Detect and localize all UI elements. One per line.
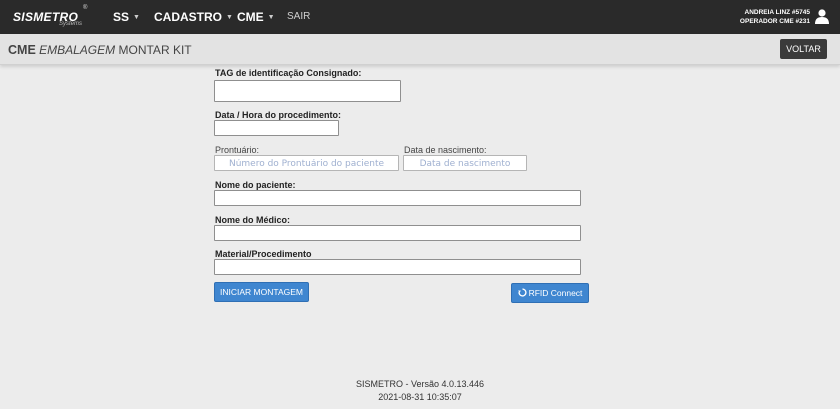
nav-menu-cadastro-label: CADASTRO — [154, 10, 222, 24]
medico-label: Nome do Médico: — [215, 215, 291, 225]
footer-version: SISMETRO - Versão 4.0.13.446 — [355, 379, 485, 389]
chevron-down-icon: ▼ — [226, 14, 233, 21]
logo-subtitle: Systems — [59, 21, 83, 27]
page-header-bar: CME EMBALAGEM MONTAR KIT — [0, 34, 840, 65]
footer-datetime: 2021-08-31 10:35:07 — [378, 392, 462, 402]
material-input[interactable] — [214, 259, 581, 275]
rfid-connect-button[interactable]: RFID Connect — [511, 283, 589, 303]
rfid-connect-label: RFID Connect — [528, 288, 583, 298]
user-icon[interactable] — [814, 8, 830, 24]
paciente-input[interactable] — [214, 190, 581, 206]
nav-menu-cme[interactable]: CME ▼ — [237, 10, 275, 24]
start-assembly-button[interactable]: INICIAR MONTAGEM — [214, 282, 309, 302]
tag-label: TAG de identificação Consignado: — [215, 68, 362, 78]
breadcrumb: CME EMBALAGEM MONTAR KIT — [8, 43, 192, 57]
breadcrumb-page: MONTAR KIT — [118, 43, 192, 57]
date-label: Data / Hora do procedimento: — [215, 110, 342, 120]
nav-menu-cme-label: CME — [237, 10, 264, 24]
nav-menu-ss-label: SS — [113, 10, 130, 24]
nascimento-input[interactable] — [403, 155, 527, 171]
date-input[interactable] — [214, 120, 339, 136]
paciente-label: Nome do paciente: — [215, 180, 296, 190]
chevron-down-icon: ▼ — [133, 14, 140, 21]
breadcrumb-module: CME — [8, 43, 36, 57]
nav-menu-ss[interactable]: SS ▼ — [113, 10, 140, 24]
sismetro-logo[interactable]: SISMETRO ® Systems — [13, 5, 93, 30]
tag-input[interactable] — [214, 80, 401, 102]
logo-registered-mark: ® — [83, 5, 88, 11]
user-role: OPERADOR CME #231 — [739, 18, 810, 25]
top-navbar: SISMETRO ® Systems SS ▼ CADASTRO ▼ CME ▼ SA… — [0, 0, 840, 34]
breadcrumb-section: EMBALAGEM — [39, 43, 116, 57]
logout-link[interactable]: SAIR — [287, 11, 310, 22]
medico-input[interactable] — [214, 225, 581, 241]
material-label: Material/Procedimento — [215, 249, 312, 259]
nav-menu-cadastro[interactable]: CADASTRO ▼ — [154, 10, 233, 24]
rfid-icon — [517, 288, 527, 297]
user-info: ANDREIA LINZ #5745 OPERADOR CME #231 — [740, 8, 810, 26]
chevron-down-icon: ▼ — [267, 14, 275, 21]
prontuario-input[interactable] — [214, 155, 399, 171]
user-name: ANDREIA LINZ #5745 — [744, 9, 811, 16]
prontuario-label: Prontuário: — [215, 145, 260, 155]
nascimento-label: Data de nascimento: — [404, 145, 487, 155]
back-button[interactable]: VOLTAR — [780, 39, 827, 59]
